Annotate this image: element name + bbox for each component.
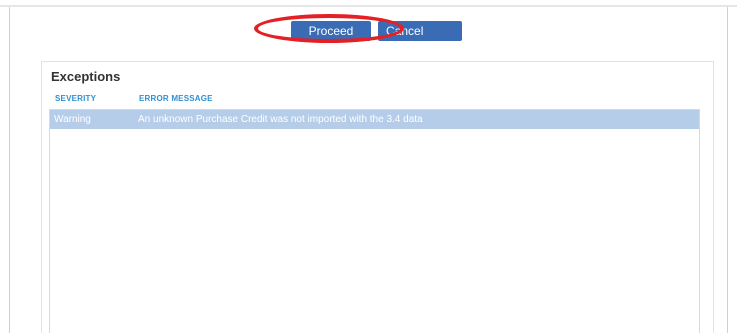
panel-title: Exceptions xyxy=(51,69,121,84)
cancel-button[interactable]: Cancel xyxy=(378,21,462,41)
column-header-severity[interactable]: SEVERITY xyxy=(55,94,96,103)
table-row[interactable]: Warning An unknown Purchase Credit was n… xyxy=(50,110,699,129)
top-divider xyxy=(0,5,737,7)
exceptions-panel: Exceptions SEVERITY ERROR MESSAGE Warnin… xyxy=(41,61,714,333)
page: Proceed Cancel Exceptions SEVERITY ERROR… xyxy=(0,0,737,333)
severity-cell: Warning xyxy=(54,114,91,125)
error-message-cell: An unknown Purchase Credit was not impor… xyxy=(138,114,423,125)
left-border xyxy=(9,7,10,333)
exceptions-table: Warning An unknown Purchase Credit was n… xyxy=(49,109,700,333)
column-header-error-message[interactable]: ERROR MESSAGE xyxy=(139,94,213,103)
proceed-button[interactable]: Proceed xyxy=(291,21,371,41)
right-border xyxy=(727,7,728,333)
